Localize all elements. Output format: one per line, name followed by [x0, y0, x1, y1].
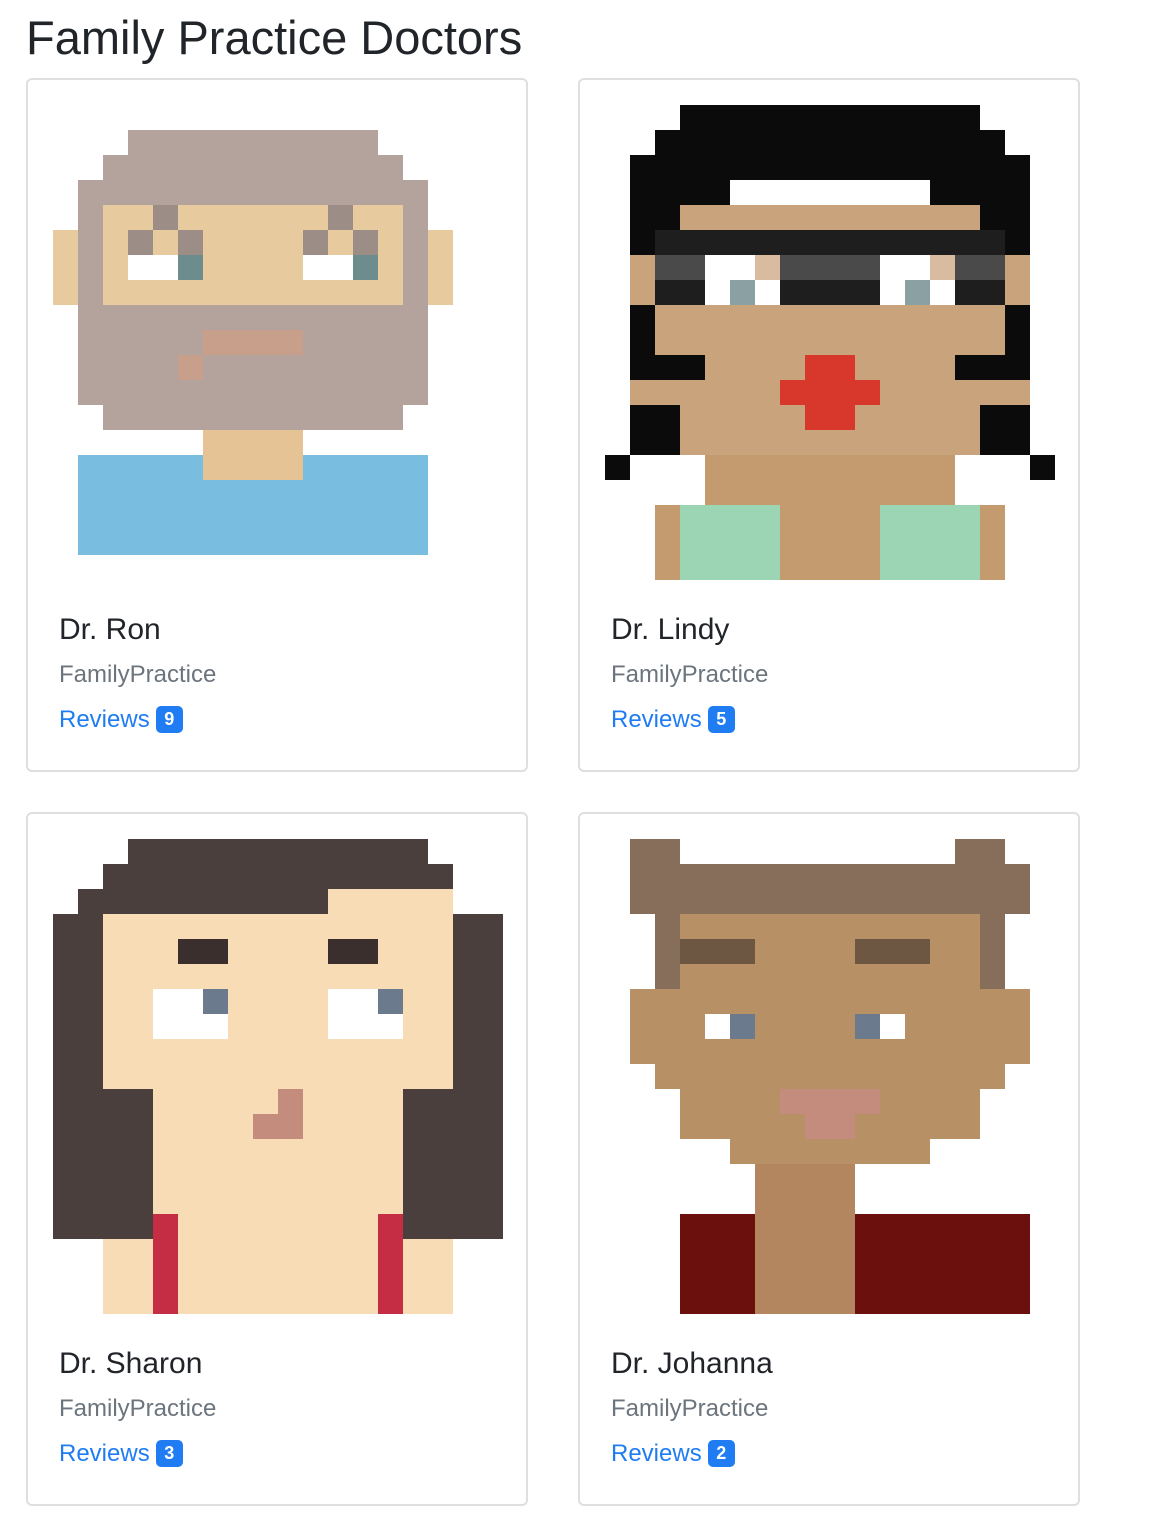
bearded-man-avatar-icon: [53, 105, 503, 580]
doctor-name: Dr. Johanna: [611, 1347, 773, 1380]
doctor-specialty: FamilyPractice: [611, 1395, 769, 1422]
reviews-label: Reviews: [59, 706, 150, 733]
doctor-card-johanna: Dr. Johanna FamilyPractice Reviews 2: [578, 812, 1080, 1506]
reviews-link[interactable]: Reviews 9: [59, 705, 183, 735]
reviews-label: Reviews: [59, 1440, 150, 1467]
woman-glasses-avatar-icon: [605, 105, 1055, 580]
doctor-card-ron: Dr. Ron FamilyPractice Reviews 9: [26, 78, 528, 772]
doctor-name: Dr. Ron: [59, 613, 161, 646]
doctor-specialty: FamilyPractice: [59, 661, 217, 688]
reviews-label: Reviews: [611, 706, 702, 733]
page-title: Family Practice Doctors: [26, 11, 523, 64]
reviews-label: Reviews: [611, 1440, 702, 1467]
review-count-badge: 3: [155, 1440, 183, 1467]
reviews-link[interactable]: Reviews 5: [611, 705, 735, 735]
doctor-name: Dr. Sharon: [59, 1347, 203, 1380]
doctor-name: Dr. Lindy: [611, 613, 730, 646]
review-count-badge: 5: [707, 706, 735, 733]
review-count-badge: 2: [707, 1440, 735, 1467]
woman-short-hair-avatar-icon: [605, 839, 1055, 1314]
woman-long-hair-avatar-icon: [53, 839, 503, 1314]
doctor-card-lindy: Dr. Lindy FamilyPractice Reviews 5: [578, 78, 1080, 772]
reviews-link[interactable]: Reviews 2: [611, 1439, 735, 1469]
doctor-card-sharon: Dr. Sharon FamilyPractice Reviews 3: [26, 812, 528, 1506]
reviews-link[interactable]: Reviews 3: [59, 1439, 183, 1469]
doctor-specialty: FamilyPractice: [611, 661, 769, 688]
doctor-specialty: FamilyPractice: [59, 1395, 217, 1422]
review-count-badge: 9: [155, 706, 183, 733]
